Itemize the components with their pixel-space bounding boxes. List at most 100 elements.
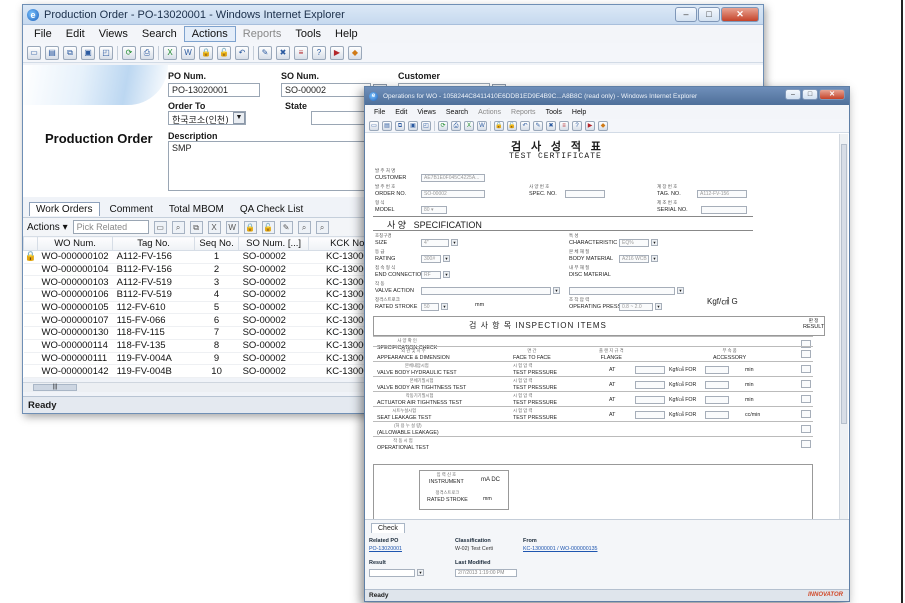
save-icon[interactable]: ▣ bbox=[81, 45, 95, 60]
open-icon[interactable]: ▤ bbox=[45, 45, 59, 60]
excel-icon[interactable]: X bbox=[207, 220, 221, 234]
new-row-icon[interactable]: ▭ bbox=[153, 220, 167, 234]
order-no-field[interactable]: SO-00002 bbox=[421, 190, 485, 198]
edit-row-icon[interactable]: ✎ bbox=[279, 220, 293, 234]
lock-icon[interactable]: 🔒 bbox=[494, 120, 504, 131]
operating-pressure-select[interactable]: 0.8 ~ 2.0 bbox=[619, 303, 653, 311]
undo-icon[interactable]: ↶ bbox=[520, 120, 530, 131]
chevron-down-icon[interactable]: ▼ bbox=[651, 255, 658, 262]
menu-actions[interactable]: Actions bbox=[473, 109, 506, 116]
new-icon[interactable]: ▭ bbox=[27, 45, 41, 60]
rated-stroke-select[interactable]: 50 bbox=[421, 303, 439, 311]
version-icon[interactable]: ≡ bbox=[294, 45, 308, 60]
column-so-num[interactable]: SO Num. [...] bbox=[238, 236, 310, 251]
menu-tools[interactable]: Tools bbox=[541, 109, 567, 116]
po-num-field[interactable]: PO-13020001 bbox=[168, 83, 260, 97]
undo-icon[interactable]: ↶ bbox=[235, 45, 249, 60]
test-pressure-field[interactable] bbox=[635, 366, 665, 374]
menu-views[interactable]: Views bbox=[92, 27, 135, 41]
search-icon[interactable]: ⌕ bbox=[171, 220, 185, 234]
minimize-button[interactable]: – bbox=[785, 89, 801, 100]
print-icon[interactable]: ⎙ bbox=[140, 45, 154, 60]
actions-dropdown[interactable]: Actions ▾ bbox=[27, 222, 68, 233]
table-row[interactable]: WO-000000105 112-FV-610 5 SO-00002 KC-130000… bbox=[23, 301, 389, 315]
result-select[interactable] bbox=[801, 425, 811, 433]
table-row[interactable]: WO-000000142 119-FV-004B 10 SO-00002 KC-1300… bbox=[23, 364, 389, 378]
valve-action-select[interactable] bbox=[421, 287, 551, 295]
so-num-field[interactable]: SO-00002 bbox=[281, 83, 371, 97]
export-word-icon[interactable]: W bbox=[477, 120, 487, 131]
result-select[interactable] bbox=[801, 365, 811, 373]
promote-icon[interactable]: ▶ bbox=[585, 120, 595, 131]
help-icon[interactable]: ? bbox=[312, 45, 326, 60]
related-po-link[interactable]: PO-13020001 bbox=[369, 546, 402, 552]
scroll-thumb[interactable] bbox=[841, 144, 847, 424]
menu-reports[interactable]: Reports bbox=[236, 27, 289, 41]
result-select[interactable] bbox=[801, 350, 811, 358]
result-select[interactable] bbox=[801, 440, 811, 448]
chevron-down-icon[interactable]: ▼ bbox=[651, 239, 658, 246]
serial-no-field[interactable] bbox=[701, 206, 747, 214]
menu-tools[interactable]: Tools bbox=[288, 27, 328, 41]
table-row[interactable]: WO-000000130 118-FV-115 7 SO-00002 KC-130000… bbox=[23, 326, 389, 340]
maximize-button[interactable]: □ bbox=[698, 7, 720, 22]
edit-icon[interactable]: ✎ bbox=[258, 45, 272, 60]
workflow-icon[interactable]: ◆ bbox=[348, 45, 362, 60]
export-excel-icon[interactable]: X bbox=[464, 120, 474, 131]
body-material-select[interactable]: A216 WCB bbox=[619, 255, 649, 263]
menu-reports[interactable]: Reports bbox=[506, 109, 541, 116]
end-connection-select[interactable]: RF bbox=[421, 271, 441, 279]
menu-help[interactable]: Help bbox=[567, 109, 591, 116]
menu-edit[interactable]: Edit bbox=[390, 109, 412, 116]
maximize-button[interactable]: □ bbox=[802, 89, 818, 100]
tag-no-field[interactable]: A112-FV-156 bbox=[697, 190, 747, 198]
table-row[interactable]: WO-000000106 B112-FV-519 4 SO-00002 KC-13000… bbox=[23, 288, 389, 302]
copy-icon[interactable]: ⧉ bbox=[395, 120, 405, 131]
duration-field[interactable] bbox=[705, 381, 729, 389]
customer-field[interactable]: AE7B1E0F045C4225A... bbox=[421, 174, 485, 182]
column-seq-no[interactable]: Seq No. bbox=[194, 236, 240, 251]
size-select[interactable]: 4" bbox=[421, 239, 449, 247]
promote-icon[interactable]: ▶ bbox=[330, 45, 344, 60]
table-row[interactable]: WO-000000111 119-FV-004A 9 SO-00002 KC-13000… bbox=[23, 352, 389, 366]
description-field[interactable]: SMP bbox=[168, 141, 368, 191]
menu-file[interactable]: File bbox=[27, 27, 59, 41]
result-select[interactable] bbox=[801, 395, 811, 403]
lock-row-icon[interactable]: 🔒 bbox=[243, 220, 257, 234]
delete-icon[interactable]: ✖ bbox=[546, 120, 556, 131]
export-word-icon[interactable]: W bbox=[181, 45, 195, 60]
chevron-down-icon[interactable]: ▼ bbox=[443, 255, 450, 262]
scroll-thumb[interactable]: ||| bbox=[33, 384, 77, 391]
refresh-icon[interactable]: ⟳ bbox=[438, 120, 448, 131]
column-tag-no[interactable]: Tag No. bbox=[112, 236, 196, 251]
edit-icon[interactable]: ✎ bbox=[533, 120, 543, 131]
table-row[interactable]: WO-000000114 118-FV-135 8 SO-00002 KC-130000… bbox=[23, 339, 389, 353]
open-icon[interactable]: ▤ bbox=[382, 120, 392, 131]
close-button[interactable]: ✕ bbox=[819, 89, 845, 100]
tab-check[interactable]: Check bbox=[371, 523, 405, 533]
menu-help[interactable]: Help bbox=[328, 27, 365, 41]
valve-action-extra-select[interactable] bbox=[569, 287, 675, 295]
export-excel-icon[interactable]: X bbox=[163, 45, 177, 60]
chevron-down-icon[interactable]: ▼ bbox=[233, 112, 245, 124]
horizontal-scrollbar[interactable]: ||| bbox=[23, 382, 373, 392]
print-icon[interactable]: ⎙ bbox=[451, 120, 461, 131]
spec-no-field[interactable] bbox=[565, 190, 605, 198]
menu-search[interactable]: Search bbox=[441, 109, 473, 116]
duration-field[interactable] bbox=[705, 396, 729, 404]
unlock-icon[interactable]: 🔓 bbox=[217, 45, 231, 60]
chevron-down-icon[interactable]: ▼ bbox=[553, 287, 560, 294]
column-wo-num[interactable]: WO Num. bbox=[36, 236, 114, 251]
chevron-down-icon[interactable]: ▼ bbox=[443, 271, 450, 278]
pick-related-select[interactable]: Pick Related bbox=[72, 220, 149, 234]
word-icon[interactable]: W bbox=[225, 220, 239, 234]
find-icon[interactable]: ⌕ bbox=[297, 220, 311, 234]
test-pressure-field[interactable] bbox=[635, 396, 665, 404]
table-row[interactable]: WO-000000107 115-FV-066 6 SO-00002 KC-130000… bbox=[23, 313, 389, 328]
tab-qa-check-list[interactable]: QA Check List bbox=[234, 203, 309, 216]
version-icon[interactable]: ≡ bbox=[559, 120, 569, 131]
print-preview-icon[interactable]: ◰ bbox=[99, 45, 113, 60]
duration-field[interactable] bbox=[705, 366, 729, 374]
test-pressure-field[interactable] bbox=[635, 411, 665, 419]
last-modified-field[interactable]: 2/7/2013 1:19:00 PM bbox=[455, 569, 517, 577]
